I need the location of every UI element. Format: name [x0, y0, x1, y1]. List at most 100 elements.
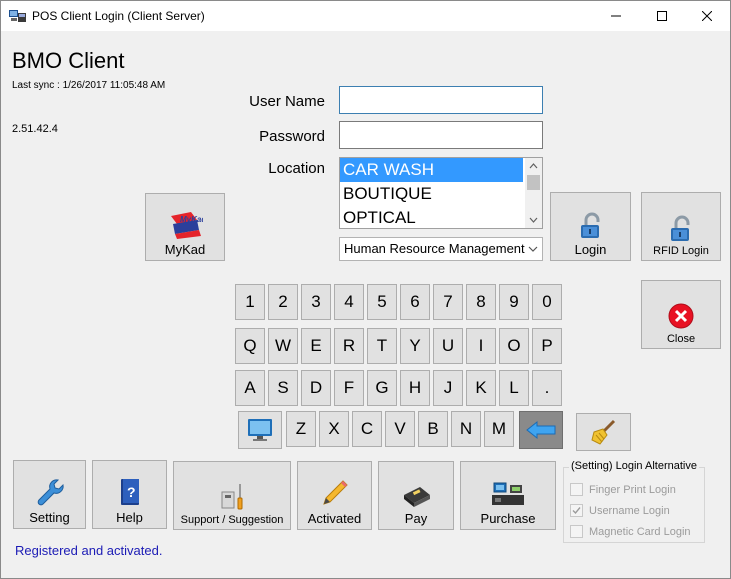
- login-button[interactable]: Login: [550, 192, 631, 261]
- version-label: 2.51.42.4: [12, 123, 58, 135]
- key-d[interactable]: D: [301, 370, 331, 406]
- close-button-label: Close: [666, 333, 696, 345]
- keyboard-monitor-key[interactable]: [238, 411, 282, 449]
- key-j[interactable]: J: [433, 370, 463, 406]
- title-bar: POS Client Login (Client Server): [1, 1, 730, 31]
- close-button[interactable]: Close: [641, 280, 721, 349]
- password-label: Password: [259, 128, 325, 145]
- key-f[interactable]: F: [334, 370, 364, 406]
- location-item-car-wash[interactable]: CAR WASH: [340, 158, 523, 182]
- location-item-boutique[interactable]: BOUTIQUE: [340, 182, 523, 206]
- wrench-icon: [34, 476, 66, 508]
- location-list[interactable]: CAR WASH BOUTIQUE OPTICAL: [339, 157, 543, 229]
- app-icon: [9, 10, 26, 22]
- key-x[interactable]: X: [319, 411, 349, 447]
- key-r[interactable]: R: [334, 328, 364, 364]
- username-login-label: Username Login: [589, 504, 670, 517]
- key-i[interactable]: I: [466, 328, 496, 364]
- key-v[interactable]: V: [385, 411, 415, 447]
- key-5[interactable]: 5: [367, 284, 397, 320]
- minimize-icon: [611, 15, 621, 17]
- key-w[interactable]: W: [268, 328, 298, 364]
- key-o[interactable]: O: [499, 328, 529, 364]
- pay-button[interactable]: Pay: [378, 461, 454, 530]
- key-2[interactable]: 2: [268, 284, 298, 320]
- key-4[interactable]: 4: [334, 284, 364, 320]
- mykad-button-label: MyKad: [164, 242, 206, 257]
- activated-button[interactable]: Activated: [297, 461, 372, 530]
- department-select[interactable]: Human Resource Management: [339, 237, 543, 261]
- monitor-icon: [248, 419, 272, 441]
- key-m[interactable]: M: [484, 411, 514, 447]
- broom-icon: [590, 419, 615, 445]
- key-s[interactable]: S: [268, 370, 298, 406]
- magnetic-card-login-checkbox[interactable]: [570, 525, 583, 538]
- last-sync: Last sync : 1/26/2017 11:05:48 AM: [12, 80, 166, 91]
- backspace-key[interactable]: [519, 411, 563, 449]
- setting-button[interactable]: Setting: [13, 460, 86, 529]
- support-button-label: Support / Suggestion: [180, 514, 284, 526]
- fingerprint-login-checkbox[interactable]: [570, 483, 583, 496]
- rfid-padlock-icon: [667, 215, 695, 243]
- location-scrollbar[interactable]: [525, 158, 542, 228]
- key-8[interactable]: 8: [466, 284, 496, 320]
- rfid-login-button-label: RFID Login: [653, 245, 709, 257]
- key-n[interactable]: N: [451, 411, 481, 447]
- key-6[interactable]: 6: [400, 284, 430, 320]
- svg-text:MyKad: MyKad: [180, 215, 203, 224]
- key-9[interactable]: 9: [499, 284, 529, 320]
- clear-key[interactable]: [576, 413, 631, 451]
- checkmark-icon: [572, 507, 581, 515]
- key-7[interactable]: 7: [433, 284, 463, 320]
- close-window-button[interactable]: [684, 1, 730, 31]
- key-y[interactable]: Y: [400, 328, 430, 364]
- key-b[interactable]: B: [418, 411, 448, 447]
- maximize-button[interactable]: [639, 1, 685, 31]
- location-item-optical[interactable]: OPTICAL: [340, 206, 523, 228]
- help-button[interactable]: ? Help: [92, 460, 167, 529]
- password-input[interactable]: [339, 121, 543, 149]
- rfid-login-button[interactable]: RFID Login: [641, 192, 721, 261]
- key-h[interactable]: H: [400, 370, 430, 406]
- key-t[interactable]: T: [367, 328, 397, 364]
- key-p[interactable]: P: [532, 328, 562, 364]
- key-c[interactable]: C: [352, 411, 382, 447]
- close-icon: [702, 11, 712, 21]
- minimize-button[interactable]: [593, 1, 639, 31]
- support-button[interactable]: Support / Suggestion: [173, 461, 291, 530]
- key-1[interactable]: 1: [235, 284, 265, 320]
- username-login-option[interactable]: Username Login: [570, 504, 670, 517]
- key-g[interactable]: G: [367, 370, 397, 406]
- key-0[interactable]: 0: [532, 284, 562, 320]
- pencil-icon: [319, 477, 351, 509]
- mykad-button[interactable]: MyKad MyKad: [145, 193, 225, 261]
- fingerprint-login-option[interactable]: Finger Print Login: [570, 483, 676, 496]
- key-q[interactable]: Q: [235, 328, 265, 364]
- username-input[interactable]: [339, 86, 543, 114]
- purchase-button[interactable]: Purchase: [460, 461, 556, 530]
- pos-login-window: POS Client Login (Client Server) BMO Cli…: [0, 0, 731, 579]
- app-name: BMO Client: [12, 48, 125, 73]
- magnetic-card-login-label: Magnetic Card Login: [589, 525, 691, 538]
- help-book-icon: ?: [116, 476, 144, 508]
- window-title: POS Client Login (Client Server): [32, 9, 205, 23]
- key-3[interactable]: 3: [301, 284, 331, 320]
- key-a[interactable]: A: [235, 370, 265, 406]
- login-alternative-title: (Setting) Login Alternative: [569, 460, 699, 472]
- username-login-checkbox[interactable]: [570, 504, 583, 517]
- activated-button-label: Activated: [307, 511, 362, 526]
- key-k[interactable]: K: [466, 370, 496, 406]
- department-value: Human Resource Management: [344, 241, 525, 256]
- svg-text:?: ?: [127, 484, 136, 500]
- chevron-down-icon: [528, 238, 538, 260]
- padlock-icon: [577, 212, 605, 240]
- key-u[interactable]: U: [433, 328, 463, 364]
- key-l[interactable]: L: [499, 370, 529, 406]
- magnetic-card-login-option[interactable]: Magnetic Card Login: [570, 525, 691, 538]
- status-message: Registered and activated.: [15, 543, 163, 558]
- key-period[interactable]: .: [532, 370, 562, 406]
- key-e[interactable]: E: [301, 328, 331, 364]
- location-label: Location: [268, 160, 325, 177]
- left-arrow-icon: [526, 420, 556, 440]
- key-z[interactable]: Z: [286, 411, 316, 447]
